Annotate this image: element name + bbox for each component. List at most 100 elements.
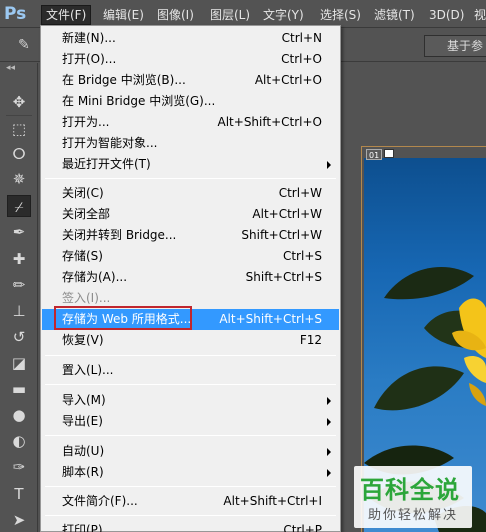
brush-icon[interactable]: ✏	[7, 274, 31, 296]
menu-item-close-go-bridge[interactable]: 关闭并转到 Bridge... Shift+Ctrl+W	[42, 225, 339, 246]
menu-item-save[interactable]: 存储(S) Ctrl+S	[42, 246, 339, 267]
menu-item-label: 导入(M)	[62, 393, 106, 407]
menu-item-file-info[interactable]: 文件简介(F)... Alt+Shift+Ctrl+I	[42, 491, 339, 512]
menu-item-scripts[interactable]: 脚本(R)	[42, 462, 339, 483]
menu-filter[interactable]: 滤镜(T)	[370, 5, 419, 25]
menu-item-label: 存储(S)	[62, 249, 103, 263]
menu-item-close-all[interactable]: 关闭全部 Alt+Ctrl+W	[42, 204, 339, 225]
menu-item-shortcut: Alt+Ctrl+O	[254, 73, 322, 87]
menu-item-label: 文件简介(F)...	[62, 494, 138, 508]
stamp-icon[interactable]: ⊥	[7, 300, 31, 322]
submenu-arrow-icon	[327, 397, 331, 405]
menu-item-shortcut: Ctrl+S	[282, 249, 322, 263]
menu-item-label: 在 Bridge 中浏览(B)...	[62, 73, 186, 87]
collapse-arrows-icon[interactable]: ◂◂	[6, 63, 15, 73]
menu-item-label: 自动(U)	[62, 444, 105, 458]
menu-view[interactable]: 视	[470, 5, 486, 25]
menu-3d[interactable]: 3D(D)	[425, 5, 468, 25]
menu-select[interactable]: 选择(S)	[316, 5, 365, 25]
menu-item-label: 脚本(R)	[62, 465, 104, 479]
sample-mode-button[interactable]: 基于参	[424, 35, 486, 57]
tool-divider	[6, 115, 32, 116]
crop-icon[interactable]: ⌿	[7, 195, 31, 217]
submenu-arrow-icon	[327, 469, 331, 477]
menu-item-label: 在 Mini Bridge 中浏览(G)...	[62, 94, 216, 108]
menu-item-shortcut: F12	[299, 333, 322, 347]
gradient-icon[interactable]: ▬	[7, 378, 31, 400]
menu-item-new[interactable]: 新建(N)... Ctrl+N	[42, 28, 339, 49]
menu-item-label: 打开为...	[62, 115, 110, 129]
menu-bar: Ps 文件(F) 编辑(E) 图像(I) 图层(L) 文字(Y) 选择(S) 滤…	[0, 0, 486, 28]
submenu-arrow-icon	[327, 161, 331, 169]
blur-icon[interactable]: ●	[7, 404, 31, 426]
menu-item-shortcut: Alt+Ctrl+W	[252, 207, 322, 221]
menu-item-shortcut: Alt+Shift+Ctrl+S	[219, 312, 322, 326]
menu-item-recent-files[interactable]: 最近打开文件(T)	[42, 154, 339, 175]
menu-item-label: 最近打开文件(T)	[62, 157, 151, 171]
menu-item-label: 打开(O)...	[62, 52, 117, 66]
menu-item-label: 关闭(C)	[62, 186, 104, 200]
menu-item-print[interactable]: 打印(P)... Ctrl+P	[42, 520, 339, 532]
watermark-logo: 百科全说 助你轻松解决	[354, 466, 472, 528]
marquee-icon[interactable]: ⬚	[7, 118, 31, 140]
menu-separator	[45, 515, 336, 516]
menu-item-save-as[interactable]: 存储为(A)... Shift+Ctrl+S	[42, 267, 339, 288]
eraser-icon[interactable]: ◪	[7, 352, 31, 374]
menu-item-shortcut: Alt+Shift+Ctrl+O	[217, 115, 322, 129]
slice-icon	[384, 149, 394, 158]
watermark-subtitle: 助你轻松解决	[368, 508, 459, 523]
menu-item-open[interactable]: 打开(O)... Ctrl+O	[42, 49, 339, 70]
menu-separator	[45, 435, 336, 436]
magic-wand-icon[interactable]: ✵	[7, 168, 31, 190]
app-logo: Ps	[4, 4, 27, 24]
move-icon[interactable]: ✥	[7, 91, 31, 113]
menu-type[interactable]: 文字(Y)	[259, 5, 308, 25]
menu-item-shortcut: Ctrl+P	[283, 523, 322, 532]
menu-item-browse-bridge[interactable]: 在 Bridge 中浏览(B)... Alt+Ctrl+O	[42, 70, 339, 91]
menu-item-shortcut: Shift+Ctrl+W	[241, 228, 322, 242]
menu-image[interactable]: 图像(I)	[153, 5, 198, 25]
menu-item-shortcut: Ctrl+O	[281, 52, 322, 66]
menu-item-label: 导出(E)	[62, 414, 103, 428]
path-select-icon[interactable]: ➤	[7, 509, 31, 531]
menu-item-label: 打开为智能对象...	[62, 136, 158, 150]
menu-item-close[interactable]: 关闭(C) Ctrl+W	[42, 183, 339, 204]
menu-item-shortcut: Alt+Shift+Ctrl+I	[223, 494, 322, 508]
menu-item-label: 打印(P)...	[62, 523, 115, 532]
dodge-icon[interactable]: ◐	[7, 430, 31, 452]
menu-item-label: 置入(L)...	[62, 363, 114, 377]
menu-separator	[45, 178, 336, 179]
menu-layer[interactable]: 图层(L)	[206, 5, 254, 25]
menu-item-shortcut: Ctrl+W	[278, 186, 322, 200]
menu-item-export[interactable]: 导出(E)	[42, 411, 339, 432]
artboard-edge-top	[361, 146, 486, 147]
watermark-title: 百科全说	[360, 476, 460, 504]
menu-edit[interactable]: 编辑(E)	[99, 5, 148, 25]
menu-item-import[interactable]: 导入(M)	[42, 390, 339, 411]
menu-separator	[45, 486, 336, 487]
slice-badge: 01	[366, 149, 383, 160]
menu-separator	[45, 384, 336, 385]
menu-item-browse-mini-bridge[interactable]: 在 Mini Bridge 中浏览(G)...	[42, 91, 339, 112]
menu-item-automate[interactable]: 自动(U)	[42, 441, 339, 462]
healing-icon[interactable]: ✚	[7, 248, 31, 270]
submenu-arrow-icon	[327, 448, 331, 456]
pen-icon[interactable]: ✑	[7, 456, 31, 478]
brush-preset-icon[interactable]: ✎	[18, 37, 36, 55]
menu-file[interactable]: 文件(F)	[41, 5, 92, 25]
toolbox: ◂◂ ✥ ⬚ ⵔ ✵ ⌿ ✒ ✚ ✏ ⊥ ↺ ◪ ▬ ● ◐ ✑ T ➤	[0, 63, 38, 532]
menu-item-revert[interactable]: 恢复(V) F12	[42, 330, 339, 351]
eyedropper-icon[interactable]: ✒	[7, 221, 31, 243]
menu-item-label: 存储为(A)...	[62, 270, 128, 284]
menu-item-shortcut: Shift+Ctrl+S	[245, 270, 322, 284]
menu-item-shortcut: Ctrl+N	[281, 31, 322, 45]
menu-item-label: 恢复(V)	[62, 333, 104, 347]
menu-item-place[interactable]: 置入(L)...	[42, 360, 339, 381]
menu-item-open-smart-object[interactable]: 打开为智能对象...	[42, 133, 339, 154]
lasso-icon[interactable]: ⵔ	[7, 143, 31, 165]
type-icon[interactable]: T	[7, 483, 31, 505]
submenu-arrow-icon	[327, 418, 331, 426]
menu-item-label: 新建(N)...	[62, 31, 116, 45]
menu-item-open-as[interactable]: 打开为... Alt+Shift+Ctrl+O	[42, 112, 339, 133]
history-brush-icon[interactable]: ↺	[7, 326, 31, 348]
